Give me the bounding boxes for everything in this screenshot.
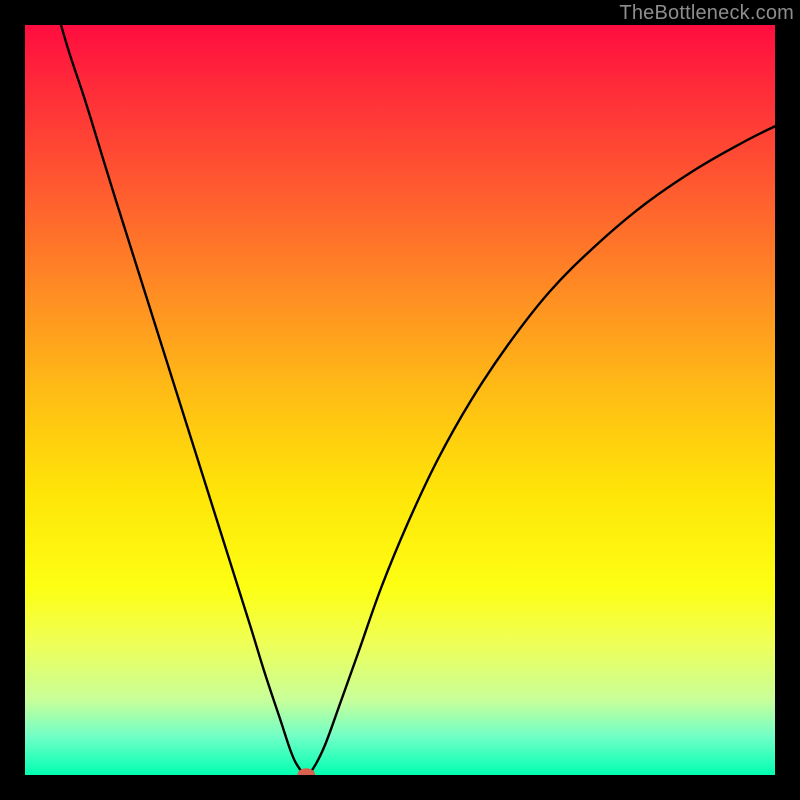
chart-frame: TheBottleneck.com [0, 0, 800, 800]
bottleneck-curve [61, 25, 775, 775]
curve-layer [25, 25, 775, 775]
plot-area [25, 25, 775, 775]
watermark-text: TheBottleneck.com [619, 2, 794, 25]
